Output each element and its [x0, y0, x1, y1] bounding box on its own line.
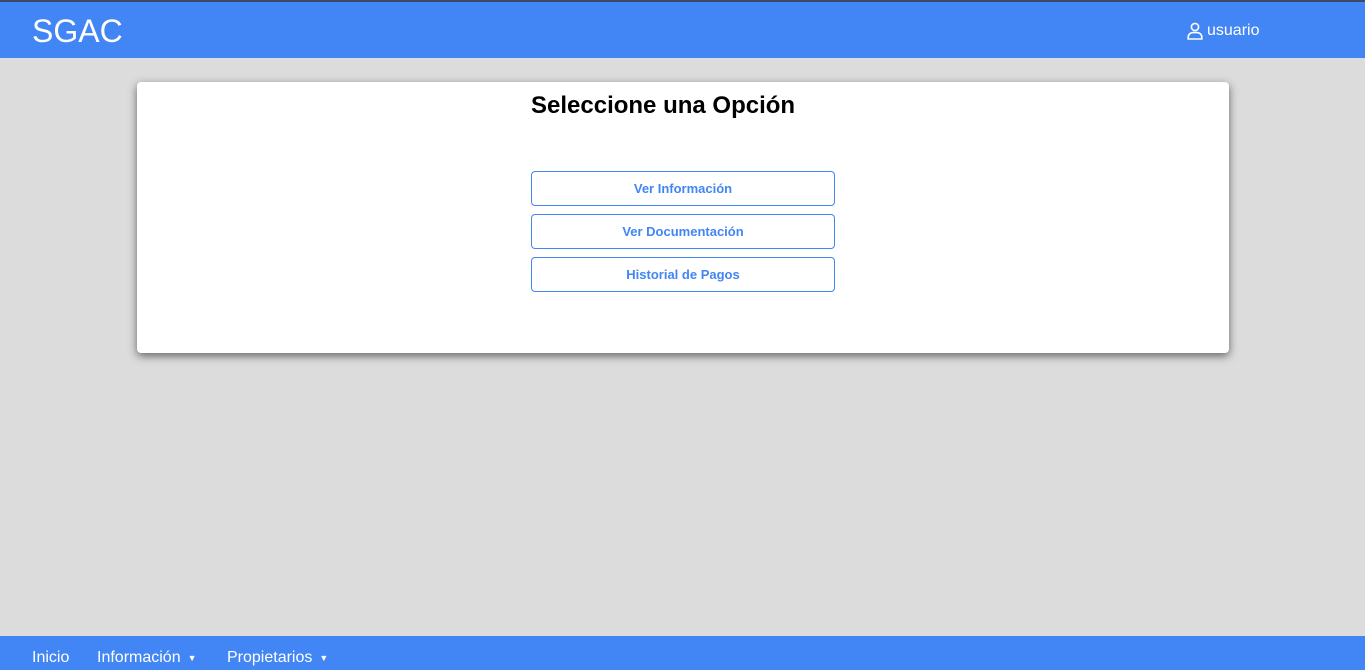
caret-down-icon: ▼: [187, 653, 197, 663]
nav-item-propietarios[interactable]: Propietarios ▼: [227, 649, 328, 667]
top-header: SGAC usuario: [0, 0, 1365, 58]
nav-item-label: Propietarios: [227, 649, 313, 666]
brand-logo[interactable]: SGAC: [32, 11, 123, 51]
caret-down-icon: ▼: [319, 653, 329, 663]
user-menu[interactable]: usuario: [1187, 20, 1259, 42]
ver-informacion-button[interactable]: Ver Información: [531, 171, 835, 206]
nav-item-inicio[interactable]: Inicio: [32, 649, 69, 667]
nav-item-informacion[interactable]: Información ▼: [97, 649, 197, 667]
ver-documentacion-button[interactable]: Ver Documentación: [531, 214, 835, 249]
bottom-nav: Inicio Información ▼ Propietarios ▼: [0, 636, 1365, 670]
nav-item-label: Inicio: [32, 649, 70, 666]
options-card: Seleccione una Opción Ver Información Ve…: [137, 82, 1229, 353]
historial-de-pagos-button[interactable]: Historial de Pagos: [531, 257, 835, 292]
user-icon: [1187, 22, 1203, 40]
page-title: Seleccione una Opción: [531, 92, 796, 119]
nav-item-label: Información: [97, 649, 181, 666]
user-name: usuario: [1207, 22, 1260, 39]
